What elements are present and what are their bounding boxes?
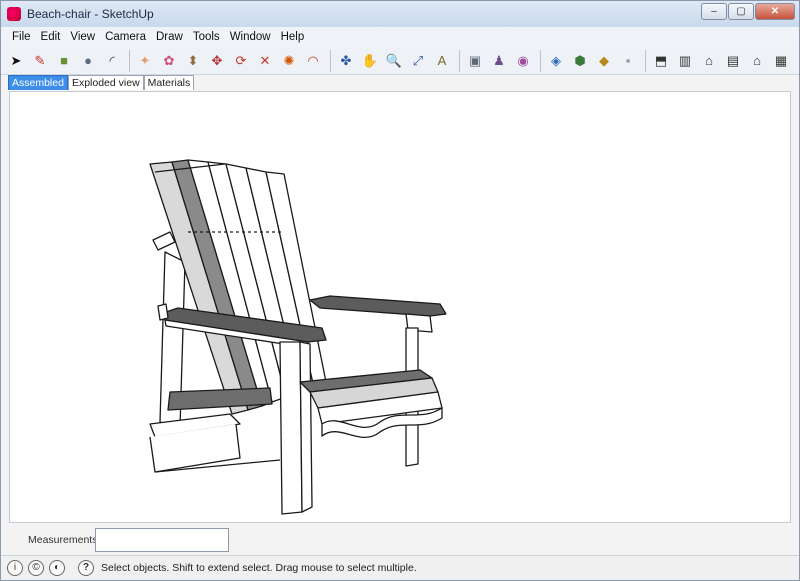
top-view-icon[interactable]: ▥: [674, 50, 696, 72]
minimize-button[interactable]: –: [701, 3, 727, 20]
user-icon[interactable]: ◐: [49, 560, 65, 576]
close-button[interactable]: ✕: [755, 3, 795, 20]
section-plane-icon[interactable]: ▣: [464, 50, 486, 72]
sketchup-logo-icon: [7, 7, 21, 21]
menu-file[interactable]: File: [7, 31, 36, 43]
zoom-icon[interactable]: 🔍: [383, 50, 405, 72]
toolbar-separator: [645, 49, 646, 72]
menu-help[interactable]: Help: [276, 31, 310, 43]
text-icon[interactable]: A: [431, 50, 453, 72]
front-view-icon[interactable]: ⌂: [698, 50, 720, 72]
maximize-button[interactable]: ▢: [728, 3, 754, 20]
menu-view[interactable]: View: [65, 31, 100, 43]
status-text: Select objects. Shift to extend select. …: [101, 562, 417, 574]
window-controls: – ▢ ✕: [701, 3, 795, 20]
rotate-icon[interactable]: ⟳: [230, 50, 252, 72]
warehouse-icon[interactable]: ⬢: [569, 50, 591, 72]
offset-icon[interactable]: ◠: [302, 50, 324, 72]
menu-edit[interactable]: Edit: [36, 31, 66, 43]
toolbar-separator: [459, 49, 460, 72]
left-view-icon[interactable]: ▦: [770, 50, 792, 72]
tab-materials[interactable]: Materials: [143, 75, 195, 90]
iso-view-icon[interactable]: ⬒: [650, 50, 672, 72]
circle-icon[interactable]: ●: [77, 50, 99, 72]
menu-tools[interactable]: Tools: [188, 31, 225, 43]
push-pull-icon[interactable]: ⬍: [182, 50, 204, 72]
menu-bar: File Edit View Camera Draw Tools Window …: [1, 27, 799, 47]
move-icon[interactable]: ✥: [206, 50, 228, 72]
components-icon[interactable]: ◈: [545, 50, 567, 72]
styles-icon[interactable]: ▪: [617, 50, 639, 72]
menu-window[interactable]: Window: [225, 31, 276, 43]
measurements-bar: Measurements: [9, 526, 791, 554]
follow-me-icon[interactable]: ✺: [278, 50, 300, 72]
geo-location-icon[interactable]: i: [7, 560, 23, 576]
walk-icon[interactable]: ♟: [488, 50, 510, 72]
toolbar-separator: [129, 49, 130, 72]
eraser-icon[interactable]: ✦: [134, 50, 156, 72]
tab-assembled[interactable]: Assembled: [8, 75, 68, 90]
window-title: Beach-chair - SketchUp: [27, 7, 154, 21]
scale-icon[interactable]: ✕: [254, 50, 276, 72]
tab-exploded-view[interactable]: Exploded view: [67, 75, 144, 90]
menu-draw[interactable]: Draw: [151, 31, 188, 43]
menu-camera[interactable]: Camera: [100, 31, 151, 43]
pencil-line-icon[interactable]: ✎: [29, 50, 51, 72]
drawing-viewport[interactable]: [9, 91, 791, 523]
measurements-label: Measurements: [28, 534, 98, 546]
main-toolbar: ➤ ✎ ■ ● ◜ ✦ ✿ ⬍ ✥ ⟳ ✕ ✺ ◠ ✤ ✋ 🔍 ⤢ A ▣ ♟ ◉ ◈ ⬢ ◆ ▪ ⬒ ▥ ⌂ ▤ ⌂ ▦: [1, 47, 799, 75]
look-around-icon[interactable]: ◉: [512, 50, 534, 72]
help-icon[interactable]: ?: [78, 560, 94, 576]
right-view-icon[interactable]: ▤: [722, 50, 744, 72]
paint-bucket-icon[interactable]: ✿: [158, 50, 180, 72]
rectangle-icon[interactable]: ■: [53, 50, 75, 72]
status-bar: i © ◐ ? Select objects. Shift to extend …: [1, 555, 799, 580]
zoom-extents-icon[interactable]: ⤢: [407, 50, 429, 72]
toolbar-separator: [540, 49, 541, 72]
materials-icon[interactable]: ◆: [593, 50, 615, 72]
scene-tabs: Assembled Exploded view Materials: [1, 75, 799, 91]
pan-icon[interactable]: ✋: [359, 50, 381, 72]
adirondack-chair-model[interactable]: [10, 92, 792, 524]
sketchup-window: Beach-chair - SketchUp – ▢ ✕ File Edit V…: [0, 0, 800, 581]
measurements-input[interactable]: [95, 528, 229, 552]
credits-icon[interactable]: ©: [28, 560, 44, 576]
arc-icon[interactable]: ◜: [101, 50, 123, 72]
back-view-icon[interactable]: ⌂: [746, 50, 768, 72]
orbit-icon[interactable]: ✤: [335, 50, 357, 72]
select-arrow-icon[interactable]: ➤: [5, 50, 27, 72]
toolbar-separator: [330, 49, 331, 72]
title-bar: Beach-chair - SketchUp – ▢ ✕: [1, 1, 799, 27]
